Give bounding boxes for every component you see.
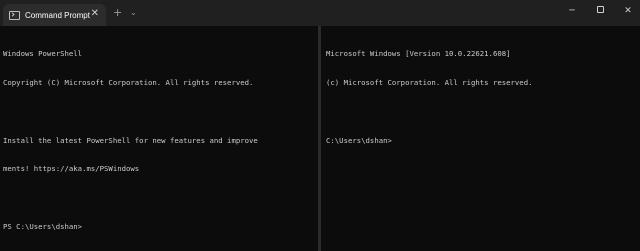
maximize-button[interactable] (593, 6, 607, 16)
terminal-prompt[interactable]: C:\Users\dshan> (326, 136, 640, 146)
terminal-line: (c) Microsoft Corporation. All rights re… (326, 77, 533, 87)
close-window-button[interactable]: ✕ (621, 6, 635, 16)
chevron-down-icon[interactable]: ⌄ (130, 7, 137, 18)
terminal-line: Microsoft Windows [Version 10.0.22621.60… (326, 49, 511, 59)
minimize-button[interactable]: ─ (565, 6, 579, 16)
terminal-line: ments! https://aka.ms/PSWindows (3, 164, 140, 174)
tab-title: Command Prompt (25, 10, 90, 20)
terminal-prompt[interactable]: PS C:\Users\dshan> (3, 222, 318, 232)
pane-divider[interactable] (318, 26, 321, 251)
title-bar: Command Prompt ✕ + ⌄ ─ ✕ (0, 0, 640, 26)
tab-close-icon[interactable]: ✕ (91, 9, 99, 19)
terminal-line: Windows PowerShell (3, 49, 83, 59)
terminal-icon (9, 10, 20, 20)
terminal-line: Install the latest PowerShell for new fe… (3, 135, 258, 145)
tab-command-prompt[interactable]: Command Prompt ✕ (3, 4, 106, 26)
terminal-window: Command Prompt ✕ + ⌄ ─ ✕ Windows PowerSh… (0, 0, 640, 251)
new-tab-button[interactable]: + (113, 7, 122, 18)
maximize-icon (596, 6, 604, 13)
powershell-pane[interactable]: Windows PowerShell Copyright (C) Microso… (0, 26, 318, 251)
terminal-line: Copyright (C) Microsoft Corporation. All… (3, 77, 254, 87)
cmd-pane[interactable]: Microsoft Windows [Version 10.0.22621.60… (322, 26, 640, 251)
